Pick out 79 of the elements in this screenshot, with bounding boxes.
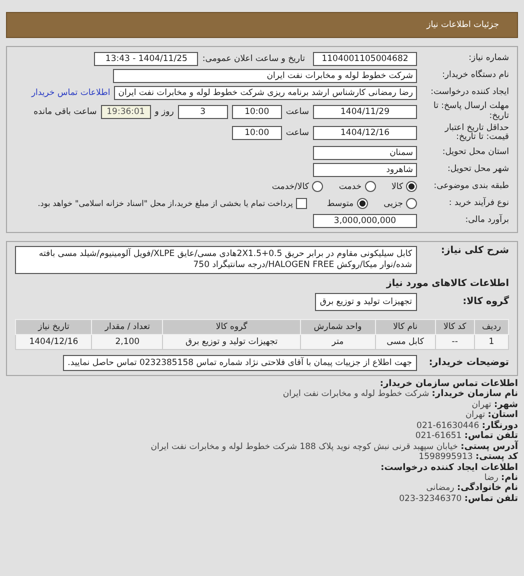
field-label: روز و <box>154 106 174 117</box>
contact-value: 1598995913 <box>418 452 473 462</box>
field-label: طبقه بندی موضوعی: <box>432 182 509 192</box>
field-label: شماره نیاز: <box>468 54 509 64</box>
contact-heading: اطلاعات ایجاد کننده درخواست: <box>380 462 518 473</box>
contact-label: کد پستی: <box>476 452 518 462</box>
field-label: استان محل تحویل: <box>441 148 509 158</box>
contact-label: دورنگار: <box>482 420 518 431</box>
contact-label: شهر: <box>494 400 518 410</box>
field-label: ساعت <box>286 128 309 138</box>
contact-label: استان: <box>488 410 518 420</box>
process-radio[interactable]: متوسط <box>326 198 368 210</box>
field-label: حداقل تاریخ اعتبار قیمت: تا تاریخ: <box>444 124 509 144</box>
validity-time-field[interactable]: 10:00 <box>232 126 282 140</box>
validity-date-field[interactable]: 1404/12/16 <box>313 126 417 140</box>
province-field[interactable]: سمنان <box>313 146 417 160</box>
table-cell: 1 <box>474 334 508 350</box>
contact-value: 61651-021 <box>415 431 462 442</box>
need-number-field[interactable]: 1104001105004682 <box>313 52 417 66</box>
category-radio[interactable]: خدمت <box>338 181 376 192</box>
contact-value: خیابان سپهبد قرنی نبش کوچه نوید پلاک 188 شرکت خطوط لوله و مخابرات نفت ایران <box>150 442 458 452</box>
table-cell: 1404/12/16 <box>16 334 92 350</box>
column-header: تاریخ نیاز <box>16 320 92 335</box>
process-radio[interactable]: جزیی <box>384 198 417 210</box>
days-field[interactable]: 3 <box>178 104 228 119</box>
column-header: گروه کالا <box>162 320 300 335</box>
field-label: ساعت باقی مانده <box>34 106 97 117</box>
contact-value: 61630446-021 <box>416 420 480 431</box>
contact-label: نام خانوادگی: <box>456 483 518 494</box>
category-radio[interactable]: کالا <box>392 181 417 192</box>
requester-field[interactable]: رضا رمضانی کارشناس ارشد برنامه ریزی شرکت خطوط لوله و مخابرات نفت ایران <box>114 86 417 100</box>
table-cell: متر <box>300 334 376 350</box>
field-label: مهلت ارسال پاسخ: تا تاریخ: <box>432 102 509 122</box>
table-cell: -- <box>435 334 474 350</box>
table-cell: تجهیزات تولید و توزیع برق <box>162 334 300 350</box>
description-field[interactable]: کابل سیلیکونی مقاوم در برابر حریق 2X1.5+0.5هادی مسی/عایق XLPE/فویل آلومینیوم/شیلد مسی بافته شده/نوار میکا/روکش HALOGEN FREE/درجه سانتیگراد 750 <box>15 246 417 274</box>
column-header: ردیف <box>474 320 508 335</box>
buyer-notes-field[interactable]: جهت اطلاع از جزییات پیمان با آقای فلاحتی نژاد شماره تماس 0232385158 تماس حاصل نمایید. <box>62 355 417 372</box>
field-label: نام دستگاه خریدار: <box>441 70 509 80</box>
field-label: برآورد مالی: <box>464 216 509 226</box>
contact-label: تلفن تماس: <box>464 494 518 504</box>
field-label: گروه کالا: <box>462 296 509 308</box>
field-label: توضیحات خریدار: <box>428 358 509 369</box>
section-title: اطلاعات کالاهای مورد نیاز <box>385 278 509 290</box>
column-header: کد کالا <box>435 320 474 335</box>
field-label: ایجاد کننده درخواست: <box>430 88 509 98</box>
contact-value: شرکت خطوط لوله و مخابرات نفت ایران <box>282 389 430 400</box>
buyer-contact-link[interactable]: اطلاعات تماس خریدار <box>31 88 110 98</box>
contact-label: نام: <box>501 472 518 483</box>
deadline-time-field[interactable]: 10:00 <box>232 104 282 119</box>
deadline-date-field[interactable]: 1404/11/29 <box>313 104 417 119</box>
goods-group-field[interactable]: تجهیزات تولید و توزیع برق <box>314 293 417 312</box>
field-label: شرح کلی نیاز: <box>440 246 509 257</box>
table-cell: کابل مسی <box>375 334 436 350</box>
remaining-time-field: 19:36:01 <box>100 104 151 119</box>
announce-date-field[interactable]: 1404/11/25 - 13:43 <box>94 52 198 66</box>
contact-value: تهران <box>465 410 486 420</box>
contact-value: رمضانی <box>426 483 454 494</box>
column-header: واحد شمارش <box>300 320 376 335</box>
contact-label: آدرس پستی: <box>460 442 518 452</box>
field-label: نوع فرآیند خرید : <box>448 198 509 208</box>
city-field[interactable]: شاهرود <box>313 162 417 177</box>
contact-label: نام سازمان خریدار: <box>432 389 518 400</box>
category-radio[interactable]: کالا/خدمت <box>272 181 323 192</box>
estimate-field[interactable]: 3,000,000,000 <box>313 214 417 228</box>
buyer-name-field[interactable]: شرکت خطوط لوله و مخابرات نفت ایران <box>113 68 417 82</box>
page-title: جزئیات اطلاعات نیاز <box>426 20 499 30</box>
contact-heading: اطلاعات تماس سازمان خریدار: <box>378 379 518 390</box>
treasury-checkbox[interactable]: پرداخت تمام یا بخشی از مبلغ خرید،از محل "اسناد خزانه اسلامی" خواهد بود. <box>38 198 307 210</box>
column-header: تعداد / مقدار <box>92 320 163 335</box>
contact-label: تلفن تماس: <box>464 431 518 442</box>
field-label: شهر محل تحویل: <box>446 164 509 174</box>
field-label: تاریخ و ساعت اعلان عمومی: <box>202 54 305 64</box>
table-cell: 2,100 <box>92 334 163 350</box>
contact-value: 32346370-023 <box>399 494 462 504</box>
contact-value: رضا <box>484 472 498 483</box>
contact-value: تهران <box>472 400 492 410</box>
field-label: ساعت <box>286 106 309 117</box>
column-header: نام کالا <box>375 320 436 335</box>
